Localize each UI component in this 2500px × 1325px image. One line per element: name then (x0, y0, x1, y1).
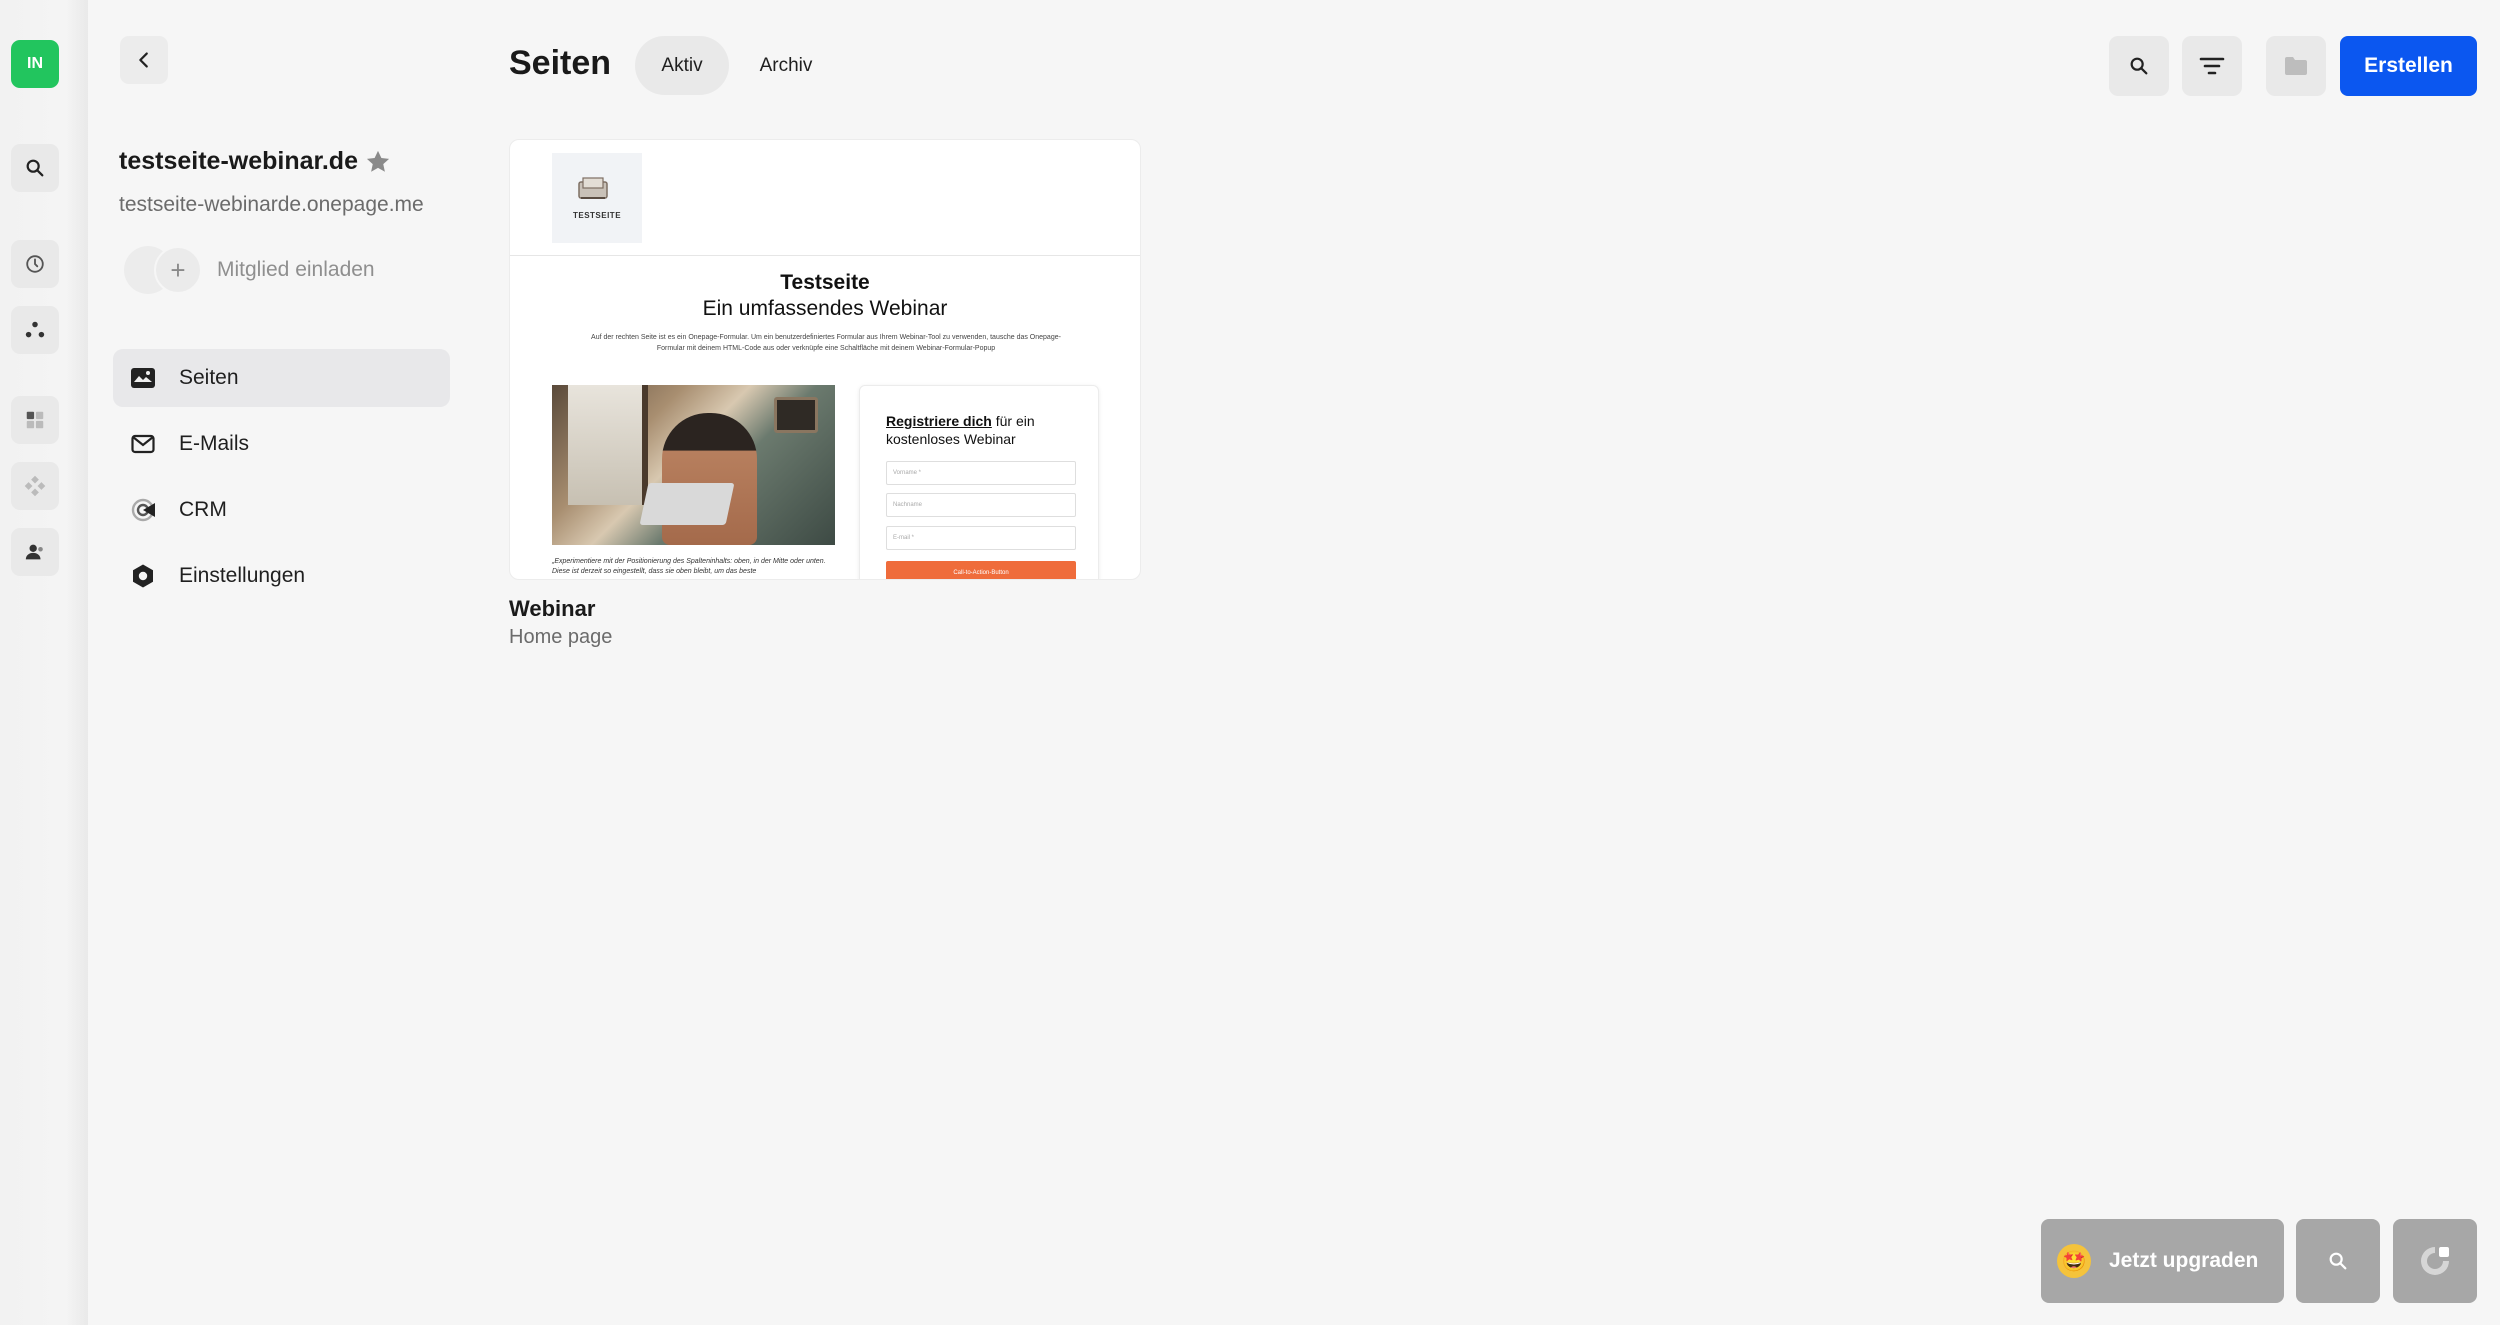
search-icon (26, 159, 44, 177)
project-sidebar: testseite-webinar.de testseite-webinarde… (88, 0, 468, 1325)
mail-icon (129, 430, 157, 458)
support-button[interactable] (2393, 1219, 2477, 1303)
nodes-icon (25, 321, 45, 338)
support-icon (2421, 1247, 2449, 1275)
back-button[interactable] (120, 36, 168, 84)
crm-icon (129, 496, 157, 524)
preview-logo: TESTSEITE (552, 153, 642, 243)
rail-search-button[interactable] (11, 144, 59, 192)
preview-field-email: E-mail * (886, 526, 1076, 550)
settings-icon (129, 562, 157, 590)
history-icon (26, 255, 44, 273)
preview-description: Auf der rechten Seite ist es ein Onepage… (591, 334, 1061, 352)
star-icon[interactable] (364, 148, 392, 176)
star-struck-emoji-icon: 🤩 (2057, 1244, 2091, 1278)
folder-icon (2285, 57, 2307, 75)
invite-member-label[interactable]: Mitglied einladen (217, 258, 375, 282)
invite-member-button[interactable]: + (154, 246, 202, 294)
chevron-left-icon (139, 52, 148, 68)
help-search-button[interactable] (2296, 1219, 2380, 1303)
rail-people-button[interactable] (11, 528, 59, 576)
project-title: testseite-webinar.de (119, 147, 358, 175)
page-title: Seiten (509, 44, 612, 82)
plus-icon: + (170, 254, 186, 285)
tab-archiv[interactable]: Archiv (742, 36, 830, 95)
search-icon (2130, 57, 2148, 75)
logo-icon (578, 177, 608, 199)
card-title[interactable]: Webinar (509, 596, 595, 622)
nav-item-crm[interactable]: CRM (113, 481, 450, 539)
card-subtitle: Home page (509, 626, 613, 648)
preview-quote: „Experimentiere mit der Positionierung d… (552, 558, 826, 575)
project-url[interactable]: testseite-webinarde.onepage.me (119, 193, 424, 217)
integrations-icon (24, 475, 46, 497)
upgrade-button[interactable]: 🤩 Jetzt upgraden (2041, 1219, 2284, 1303)
preview-photo (552, 385, 835, 545)
nav-label: CRM (179, 498, 227, 521)
nav-label: E-Mails (179, 432, 250, 455)
rail-integrations-button[interactable] (11, 462, 59, 510)
people-icon (25, 544, 43, 560)
folder-button[interactable] (2266, 36, 2326, 96)
tab-aktiv[interactable]: Aktiv (635, 36, 729, 95)
preview-heading: Testseite (780, 271, 870, 294)
preview-form: Registriere dich für ein kostenloses Web… (859, 385, 1099, 579)
icon-rail: IN (0, 0, 88, 1325)
preview-cta-button: Call-to-Action-Button (886, 561, 1076, 579)
search-button[interactable] (2109, 36, 2169, 96)
nav-label: Seiten (179, 366, 239, 389)
page-card[interactable]: TESTSEITE Testseite Ein umfassendes Webi… (509, 139, 1141, 580)
upgrade-label: Jetzt upgraden (2109, 1249, 2259, 1272)
filter-icon (2199, 57, 2225, 75)
preview-subheading: Ein umfassendes Webinar (702, 297, 948, 320)
nav-item-seiten[interactable]: Seiten (113, 349, 450, 407)
rail-nodes-button[interactable] (11, 306, 59, 354)
nav-item-emails[interactable]: E-Mails (113, 415, 450, 473)
preview-logo-text: TESTSEITE (572, 211, 622, 220)
preview-divider (510, 255, 1140, 256)
dashboard-icon (26, 411, 44, 429)
nav-item-einstellungen[interactable]: Einstellungen (113, 547, 450, 605)
pages-icon (129, 364, 157, 392)
search-icon (2329, 1252, 2347, 1270)
preview-field-first-name: Vorname * (886, 461, 1076, 485)
create-button[interactable]: Erstellen (2340, 36, 2477, 96)
filter-button[interactable] (2182, 36, 2242, 96)
rail-history-button[interactable] (11, 240, 59, 288)
nav-label: Einstellungen (179, 564, 306, 587)
preview-form-title: Registriere dich für ein kostenloses Web… (886, 413, 1035, 447)
workspace-avatar[interactable]: IN (11, 40, 59, 88)
rail-dashboard-button[interactable] (11, 396, 59, 444)
preview-field-last-name: Nachname (886, 493, 1076, 517)
